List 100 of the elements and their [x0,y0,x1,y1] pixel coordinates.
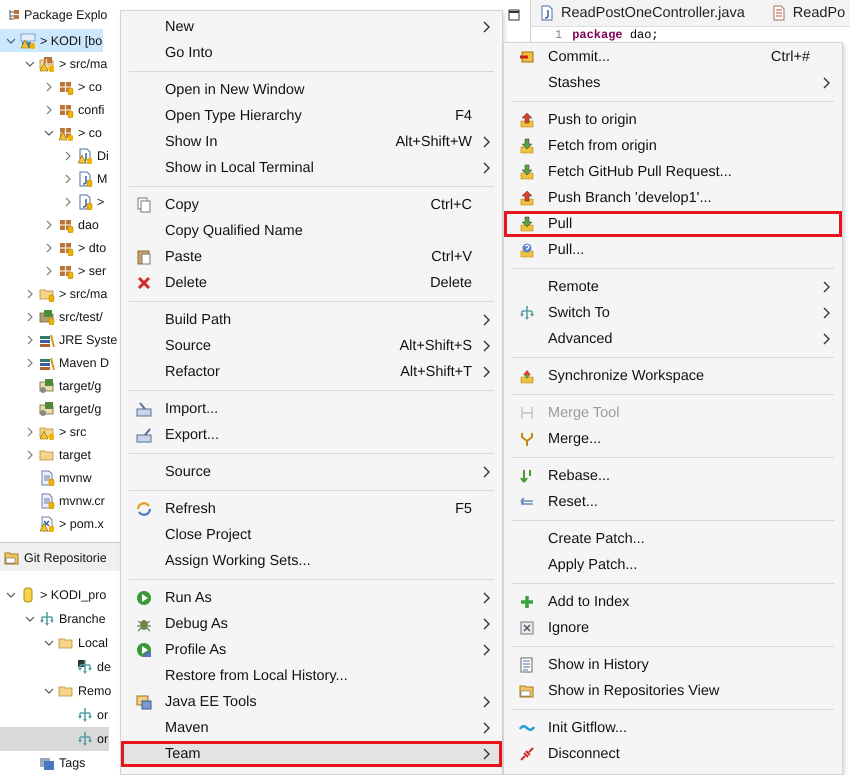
fetch-icon [519,164,535,180]
menu-item[interactable]: Disconnect [504,741,842,767]
merge-tool-icon [519,405,535,421]
tree-item[interactable]: Tags [0,751,86,775]
menu-item[interactable]: Ignore [504,615,842,641]
editor-tab[interactable]: ReadPo [770,5,846,21]
tree-item[interactable]: Di [0,144,110,167]
menu-item[interactable]: Push Branch 'develop1'... [504,185,842,211]
tree-item[interactable]: dao [0,213,100,236]
tree-item[interactable]: > dto [0,236,108,259]
tree-item[interactable]: > src [0,420,88,443]
history-icon [519,657,535,673]
source-folder-icon [39,400,55,416]
tree-item[interactable]: > KODI [bo [0,29,104,52]
xml-file-icon [39,516,55,532]
menu-item[interactable]: Restore from Local History... [121,663,502,689]
menu-item[interactable]: Commit... Ctrl+# [504,44,842,70]
push-icon [519,190,535,206]
menu-item[interactable]: Go Into [121,40,502,66]
menu-item[interactable]: Build Path [121,307,502,333]
code-line: package dao; [572,28,659,42]
menu-item[interactable]: Show in Local Terminal [121,155,502,181]
menu-item[interactable]: Show in Repositories View [504,678,842,704]
editor-tab[interactable]: ReadPostOneController.java [539,5,745,21]
menu-item[interactable]: Pull... [504,237,842,263]
menu-item[interactable]: Remote [504,274,842,300]
menu-item[interactable]: Run As [121,585,502,611]
java-file-icon [77,148,93,164]
menu-item[interactable]: Assign Working Sets... [121,548,502,574]
menu-item[interactable]: Show in History [504,652,842,678]
tree-item[interactable]: > co [0,121,103,144]
git-repositories-icon [4,550,20,566]
menu-item[interactable]: Reset... [504,489,842,515]
menu-item[interactable]: Source [121,459,502,485]
menu-item[interactable]: New [121,14,502,40]
tree-item[interactable]: target/g [0,374,102,397]
menu-item[interactable]: Init Gitflow... [504,715,842,741]
menu-item[interactable]: Add to Index [504,589,842,615]
tree-item[interactable]: > co [0,75,103,98]
tree-item[interactable]: Local [0,631,109,655]
menu-item[interactable]: Source Alt+Shift+S [121,333,502,359]
menu-item[interactable]: Maven [121,715,502,741]
menu-item[interactable]: Java EE Tools [121,689,502,715]
menu-item[interactable]: Rebase... [504,463,842,489]
tree-item[interactable]: JRE Syste [0,328,118,351]
profile-icon [136,642,152,658]
menu-item[interactable]: Import... [121,396,502,422]
source-folder-icon [39,378,55,394]
tree-item[interactable]: de [0,655,112,679]
tree-item[interactable]: > [0,190,106,213]
tree-item[interactable]: or [0,703,110,727]
tree-item[interactable]: Remo [0,679,112,703]
tree-item[interactable]: > src/ma [0,52,108,75]
menu-item[interactable]: Fetch GitHub Pull Request... [504,159,842,185]
menu-item[interactable]: Delete Delete [121,270,502,296]
menu-item[interactable]: Pull [504,211,842,237]
tree-item[interactable]: > KODI_pro [0,583,108,607]
tree-item[interactable]: target/g [0,397,102,420]
menu-item[interactable]: Fetch from origin [504,133,842,159]
menu-item[interactable]: Merge... [504,426,842,452]
disconnect-icon [519,746,535,762]
branch-icon [77,731,93,747]
menu-item[interactable]: Copy Qualified Name [121,218,502,244]
menu-item[interactable]: Create Patch... [504,526,842,552]
file-icon [39,492,55,508]
tree-item[interactable]: src/test/ [0,305,104,328]
tree-item[interactable]: > ser [0,259,108,282]
menu-item[interactable]: Push to origin [504,107,842,133]
menu-item[interactable]: Debug As [121,611,502,637]
shortcut-text: Ctrl+C [430,197,472,213]
menu-item[interactable]: Switch To [504,300,842,326]
menu-item[interactable]: Show In Alt+Shift+W [121,129,502,155]
merge-icon [519,431,535,447]
tree-item[interactable]: mvnw.cr [0,489,106,512]
menu-item[interactable]: Stashes [504,70,842,96]
tree-item[interactable]: target [0,443,92,466]
menu-item[interactable]: Apply Patch... [504,552,842,578]
add-icon [519,594,535,610]
menu-item[interactable]: Profile As [121,637,502,663]
tree-item[interactable]: mvnw [0,466,93,489]
menu-item[interactable]: Export... [121,422,502,448]
menu-item[interactable]: Open Type Hierarchy F4 [121,103,502,129]
menu-item[interactable]: Paste Ctrl+V [121,244,502,270]
tree-item[interactable]: M [0,167,108,190]
java-file-icon [539,5,555,21]
menu-item[interactable]: Copy Ctrl+C [121,192,502,218]
menu-item[interactable]: Refactor Alt+Shift+T [121,359,502,385]
tree-item[interactable]: Branche [0,607,107,631]
menu-item[interactable]: Close Project [121,522,502,548]
menu-item[interactable]: Open in New Window [121,77,502,103]
tree-item[interactable]: confi [0,98,106,121]
tree-item[interactable]: > pom.x [0,512,105,535]
tree-item[interactable]: > src/ma [0,282,108,305]
tree-item[interactable]: Maven D [0,351,110,374]
menu-item[interactable]: Synchronize Workspace [504,363,842,389]
menu-item[interactable]: Refresh F5 [121,496,502,522]
menu-item[interactable]: Advanced [504,326,842,352]
menu-item[interactable]: Team [121,741,502,767]
shortcut-text: Alt+Shift+S [399,338,472,354]
tree-item[interactable]: or [0,727,110,751]
